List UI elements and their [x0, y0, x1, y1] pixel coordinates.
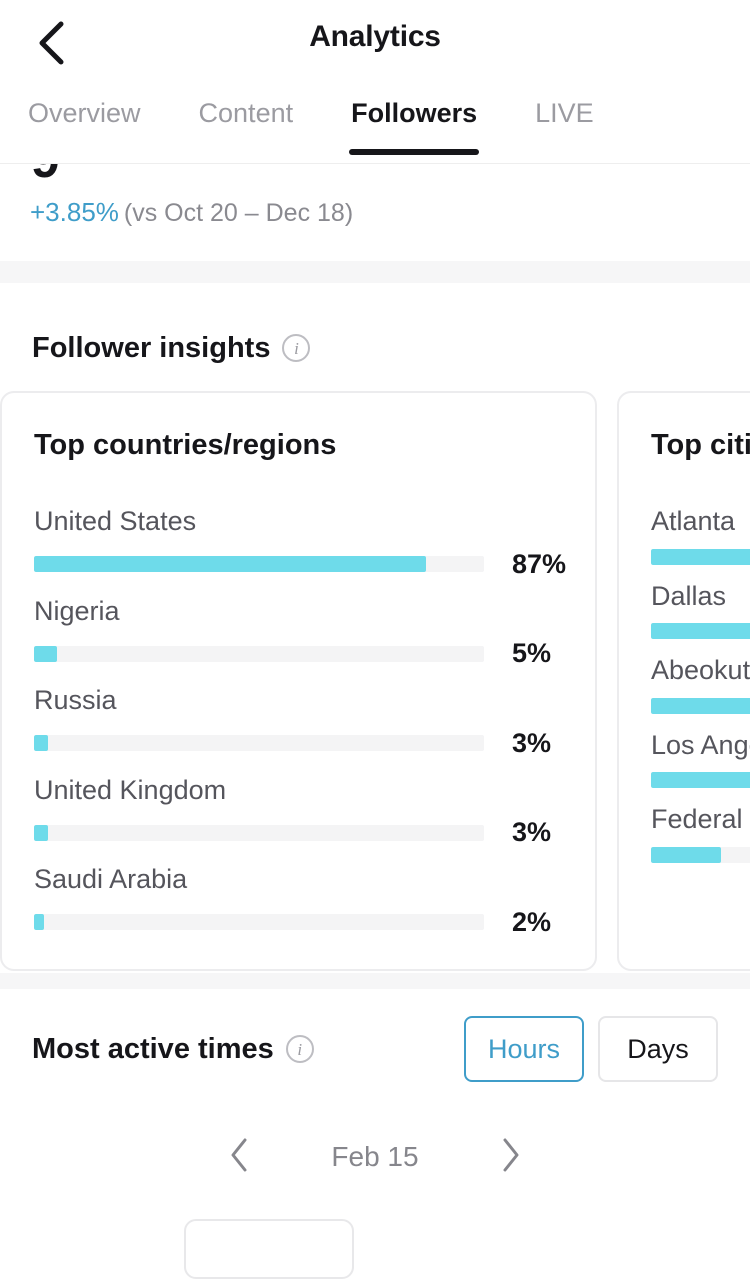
bar-track	[651, 623, 750, 640]
bar-track	[34, 824, 484, 841]
city-name: Dallas	[651, 580, 727, 611]
app-header: Analytics	[0, 0, 750, 90]
city-name: Abeokuta	[651, 655, 750, 686]
country-name: United States	[34, 506, 197, 536]
date-prev-button[interactable]	[219, 1133, 259, 1181]
bar-fill	[651, 548, 750, 565]
delta-comparison-range: (vs Oct 20 – Dec 18)	[123, 199, 354, 227]
card-title: Top countries/regions	[34, 429, 337, 461]
country-bar: 2%	[34, 907, 563, 938]
country-name: Russia	[34, 685, 117, 716]
most-active-times-header: Most active times i Hours Days	[0, 989, 750, 1109]
carousel-track[interactable]: Top countries/regions United States 87% …	[0, 391, 750, 971]
country-percent: 87%	[512, 548, 567, 579]
table-row: United States 87%	[34, 504, 567, 580]
table-row: Federal Way	[651, 802, 750, 863]
bar-track	[651, 772, 750, 789]
card-top-countries[interactable]: Top countries/regions United States 87% …	[0, 391, 597, 971]
bar-track	[34, 914, 484, 931]
table-row: Abeokuta	[651, 653, 750, 714]
city-bar	[651, 846, 750, 863]
card-title: Top cities	[651, 429, 750, 461]
country-bar: 87%	[34, 548, 567, 580]
info-circle-icon[interactable]: i	[285, 1035, 314, 1063]
table-row: Nigeria 5%	[34, 594, 563, 670]
country-name: United Kingdom	[34, 774, 227, 805]
section-divider-bottom	[0, 973, 750, 989]
bar-fill	[34, 824, 48, 841]
bar-fill	[34, 914, 44, 931]
bar-fill	[651, 846, 721, 863]
section-divider-top	[0, 261, 750, 283]
table-row: United Kingdom 3%	[34, 773, 563, 849]
metric-delta: +3.85% (vs Oct 20 – Dec 18)	[30, 197, 353, 228]
analytics-screen: Analytics Overview Content Followers LIV…	[0, 0, 750, 1287]
country-bar: 3%	[34, 728, 563, 759]
time-granularity-toggle: Hours Days	[464, 1016, 718, 1082]
date-navigator: Feb 15	[0, 1109, 750, 1205]
city-bar	[651, 697, 750, 714]
city-bar	[651, 548, 750, 565]
bar-fill	[651, 623, 750, 640]
bar-fill	[651, 772, 750, 789]
bar-track	[651, 697, 750, 714]
most-active-times-title-wrap: Most active times i	[32, 1033, 464, 1066]
city-name: Los Angeles	[651, 729, 750, 760]
follower-insights-title: Follower insights	[32, 331, 271, 364]
bar-fill	[651, 697, 750, 714]
bar-fill	[34, 735, 48, 752]
country-name: Nigeria	[34, 595, 120, 626]
tab-followers[interactable]: Followers	[349, 90, 480, 155]
bottom-clipped-section	[0, 1205, 750, 1279]
card-top-cities[interactable]: Top cities Atlanta Dallas	[617, 391, 750, 971]
date-next-button[interactable]	[491, 1133, 531, 1181]
country-percent: 5%	[512, 638, 552, 669]
bar-track	[651, 548, 750, 565]
country-bar: 3%	[34, 817, 563, 848]
country-bar: 5%	[34, 638, 563, 669]
table-row: Atlanta	[651, 504, 750, 565]
city-name: Federal Way	[651, 804, 750, 835]
tab-live[interactable]: LIVE	[535, 90, 594, 155]
insights-carousel[interactable]: Top countries/regions United States 87% …	[0, 381, 750, 973]
bar-track	[34, 735, 484, 752]
bar-fill	[34, 645, 57, 662]
segment-days[interactable]: Days	[598, 1016, 718, 1082]
city-name: Atlanta	[651, 506, 736, 536]
tab-overview[interactable]: Overview	[28, 90, 141, 155]
table-row: Dallas	[651, 579, 750, 640]
bar-track	[34, 556, 484, 573]
table-row: Los Angeles	[651, 728, 750, 789]
most-active-times-title: Most active times	[32, 1032, 274, 1065]
country-percent: 3%	[512, 817, 552, 848]
country-percent: 3%	[512, 727, 552, 758]
info-circle-icon[interactable]: i	[282, 334, 311, 362]
clipped-chart-card[interactable]	[184, 1219, 354, 1279]
follower-insights-header: Follower insights i	[0, 283, 750, 381]
city-rows: Atlanta Dallas Abeokut Los Ang Federal	[651, 504, 750, 863]
date-label: Feb 15	[331, 1141, 419, 1172]
bar-track	[34, 645, 484, 662]
bar-track	[651, 846, 750, 863]
tab-content[interactable]: Content	[199, 90, 294, 155]
city-bar	[651, 623, 750, 640]
page-title: Analytics	[309, 20, 441, 53]
segment-hours[interactable]: Hours	[464, 1016, 584, 1082]
clipped-metric-value: 9	[31, 164, 60, 186]
bar-fill	[34, 556, 426, 573]
country-name: Saudi Arabia	[34, 864, 188, 895]
chevron-right-icon	[500, 1137, 522, 1178]
table-row: Russia 3%	[34, 683, 563, 759]
chevron-left-icon	[228, 1137, 250, 1178]
delta-percent: +3.85%	[30, 197, 119, 227]
follower-metric-strip: 9 +3.85% (vs Oct 20 – Dec 18)	[0, 164, 750, 261]
table-row: Saudi Arabia 2%	[34, 862, 563, 938]
tab-bar: Overview Content Followers LIVE	[0, 90, 750, 164]
country-percent: 2%	[512, 906, 552, 937]
city-bar	[651, 772, 750, 789]
country-rows: United States 87% Nigeria 5% Russia 3% U…	[34, 504, 567, 938]
